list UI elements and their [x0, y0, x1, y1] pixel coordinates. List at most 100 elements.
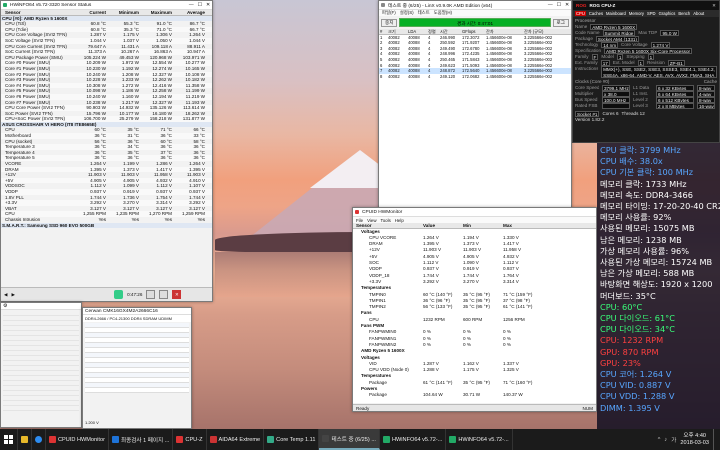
taskbar-app-label: CPUID HWMonitor: [58, 436, 105, 443]
cpuid-tree: Voltages CPU VCORE 1.264 V 1.194 V 1.330 V DR…: [353, 228, 596, 403]
aida-spd-window: Cerwan CMK16GX4M2A2666C16 DDR4-2666 / PC…: [82, 307, 192, 429]
close-sensors-icon[interactable]: ✕: [172, 290, 182, 299]
aida-voltage: 1.200 V: [85, 420, 99, 425]
linx-menu-settings[interactable]: 설정(S): [400, 10, 414, 16]
taskbar-app[interactable]: HWiNFO64 v5.72-...: [446, 429, 513, 450]
taskbar-app[interactable]: CPU-Z: [173, 429, 207, 450]
cpuid-titlebar[interactable]: CPUID HWMonitor: [353, 208, 596, 217]
linx-col[interactable]: #: [379, 29, 387, 34]
close-button[interactable]: ✕: [206, 3, 210, 8]
linx-log-button[interactable]: 로그: [552, 18, 569, 27]
cpuid-col-sensor[interactable]: Sensor: [353, 223, 423, 228]
linx-cell: 3.225566e-002: [524, 73, 553, 79]
cpuz-tab-caches[interactable]: Caches: [589, 11, 603, 16]
linx-menu-file[interactable]: 파일(F): [382, 10, 396, 16]
cpuz-close-button[interactable]: ✕: [712, 3, 716, 9]
minimize-button[interactable]: —: [189, 3, 194, 8]
linx-cell: 4: [428, 73, 431, 79]
nav-right-icon[interactable]: ▶: [12, 292, 16, 298]
cpuz-clocks-table: Core Speed 3799.1 MHz L1 Data 6 x 32 KBytes…: [573, 85, 719, 109]
cpuid-menu-file[interactable]: File: [356, 218, 363, 223]
linx-menu-help[interactable]: 도움말(H): [434, 10, 452, 16]
tray-chevron-icon[interactable]: ^: [658, 437, 661, 443]
cpuid-menu-help[interactable]: Help: [395, 218, 404, 223]
aida-titlebar[interactable]: Cerwan CMK16GX4M2A2666C16: [83, 308, 191, 315]
cpuz-section-labels: Clocks (Core #0) Cache: [573, 78, 719, 85]
cpuz-field-label: Max TDP: [638, 30, 658, 35]
linx-stop-button[interactable]: 중지: [381, 18, 398, 27]
linx-col[interactable]: 잔차: [485, 29, 523, 34]
aida-timing-table: [83, 322, 191, 394]
osd-line: 남은 메모리: 1238 MB: [600, 234, 682, 245]
cpuid-col-min[interactable]: Min: [463, 223, 503, 228]
cpuz-tab-spd[interactable]: SPD: [647, 11, 656, 16]
app-icon: [449, 436, 457, 443]
taskbar-app[interactable]: 최종검사 1 페이지 ...: [109, 429, 174, 450]
ime-icon[interactable]: 가: [671, 436, 676, 444]
osd-line: 남은 가상 메모리: 588 MB: [600, 268, 695, 279]
sensor-avg: Yes: [197, 216, 206, 222]
cpuid-col-max[interactable]: Max: [503, 223, 543, 228]
linx-result-row[interactable]: 8 40082 40088 4 249.120 172.0682 1.456600e-08 3…: [379, 74, 571, 80]
taskbar-app[interactable]: CPUID HWMonitor: [46, 429, 109, 450]
taskbar-app[interactable]: 테스트 중 (6/25) ...: [319, 429, 380, 450]
nav-left-icon[interactable]: ◀: [4, 292, 8, 298]
cpuz-tab-graphics[interactable]: Graphics: [659, 11, 676, 16]
osd-line: 머더보드: 35°C: [600, 290, 656, 301]
col-current[interactable]: Current: [73, 10, 106, 15]
cpuz-tab-cpu[interactable]: CPU: [575, 11, 586, 16]
linx-col[interactable]: 정렬: [427, 29, 439, 34]
memory-info-titlebar[interactable]: ⚙: [1, 303, 81, 310]
linx-maximize-button[interactable]: ☐: [557, 3, 561, 8]
linx-close-button[interactable]: ✕: [565, 3, 569, 8]
linx-col[interactable]: 크기: [387, 29, 407, 34]
speaker-icon[interactable]: ♪: [664, 437, 667, 443]
cpuid-menu-tools[interactable]: Tools: [381, 218, 391, 223]
app-icon: [322, 435, 330, 442]
rog-logo: ROG: [576, 3, 587, 8]
taskbar-app[interactable]: AIDA64 Extreme: [207, 429, 265, 450]
section-smart[interactable]: S.M.A.R.T.: Samsung SSD 960 EVO 500GB: [1, 222, 212, 229]
file-explorer-button[interactable]: [18, 429, 32, 450]
col-minimum[interactable]: Minimum: [106, 10, 139, 15]
cpuz-titlebar[interactable]: ROG ROG CPU-Z ✕: [573, 1, 719, 10]
col-sensor[interactable]: Sensor: [1, 10, 73, 15]
osd-line: 사용된 메모리: 15075 MB: [600, 223, 695, 234]
cpuz-clock-cell: [602, 103, 630, 109]
settings-icon[interactable]: [159, 290, 169, 299]
network-icon[interactable]: [114, 290, 124, 299]
start-button[interactable]: [0, 429, 18, 450]
cpuz-tab-memory[interactable]: Memory: [629, 11, 644, 16]
taskbar-app[interactable]: HWiNFO64 v5.72-...: [380, 429, 447, 450]
cpuz-tab-bench[interactable]: Bench: [678, 11, 690, 16]
taskbar-app-label: CPU-Z: [185, 436, 203, 443]
col-average[interactable]: Average: [172, 10, 205, 15]
cpuid-menu-view[interactable]: View: [367, 218, 376, 223]
hwinfo-titlebar[interactable]: HWiNFO64 v5.72-3320 Sensor Status — ☐ ✕: [1, 1, 212, 10]
cpuz-tab-about[interactable]: About: [693, 11, 704, 16]
tray-clock[interactable]: 오후 4:40 2018-03-03: [680, 433, 709, 447]
taskbar-app[interactable]: Core Temp 1.11: [264, 429, 320, 450]
maximize-button[interactable]: ☐: [198, 3, 202, 8]
clock-icon[interactable]: [146, 290, 156, 299]
linx-minimize-button[interactable]: —: [548, 3, 553, 8]
hwinfo-title: HWiNFO64 v5.72-3320 Sensor Status: [10, 2, 92, 8]
linx-titlebar[interactable]: 테스트 중 (6/25) - LinX v0.9.0K AMD Edition …: [379, 1, 571, 10]
linx-controls: 중지 경과 시간: 0:47:01 로그: [379, 16, 571, 29]
show-desktop-button[interactable]: [713, 429, 716, 450]
col-maximum[interactable]: Maximum: [139, 10, 172, 15]
linx-col[interactable]: 시간: [439, 29, 461, 34]
cpuz-processor-fields: Name AMD Ryzen 5 1600X Code Name Summit Rid…: [573, 24, 719, 78]
cpuz-clock-cell: Level 3: [633, 103, 648, 108]
linx-menu-test[interactable]: 테스트: [418, 10, 430, 16]
cpuz-field-row: Instructions MMX(+), SSE, SSE2, SSE3, SSS…: [573, 66, 719, 78]
browser-button[interactable]: [32, 429, 46, 450]
cpuid-sensor-row[interactable]: Package 104.64 W 30.71 W 140.37 W: [353, 392, 596, 398]
taskbar-app-label: HWiNFO64 v5.72-...: [391, 436, 443, 443]
linx-col[interactable]: LDA: [407, 29, 427, 34]
cpuz-tab-mainboard[interactable]: Mainboard: [606, 11, 626, 16]
linx-col[interactable]: 잔차 (규모): [523, 29, 563, 34]
cpuid-col-value[interactable]: Value: [423, 223, 463, 228]
cpuz-clock-cell: 2 x 8 MBytes: [656, 103, 694, 109]
linx-col[interactable]: GFlops: [461, 29, 485, 34]
